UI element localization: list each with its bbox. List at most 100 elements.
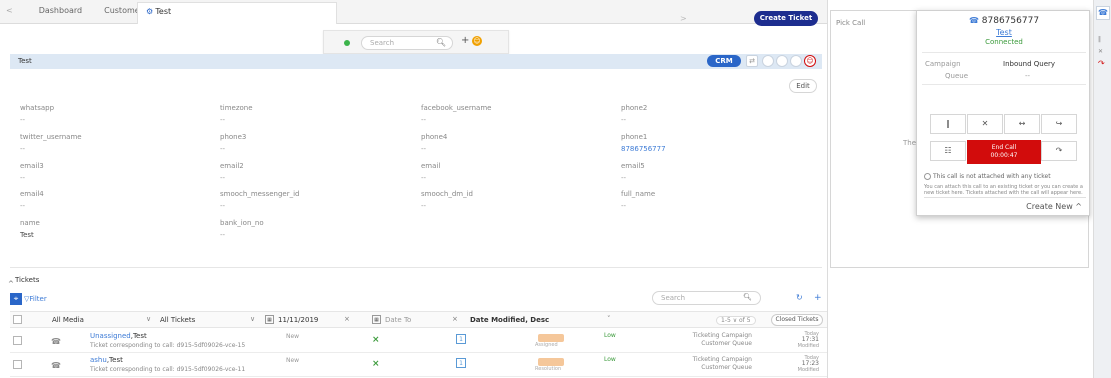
field-email3: email3 -- [20,162,44,182]
hangup-icon[interactable]: ↷ [1041,141,1077,161]
field-email: email -- [421,162,441,182]
date-from-input[interactable]: 11/11/2019 [278,316,318,324]
field-phone4: phone4 -- [421,133,448,153]
tab-dashboard[interactable]: Dashboard [39,6,82,15]
divider [922,84,1086,85]
ticket-status: New [286,333,300,340]
tickets-filter-row: ⌖ ▽Filter Search 🔍︎ ↻ + [10,291,827,311]
collapse-caret-icon[interactable]: ^ [8,280,14,288]
customer-title-bar: Test CRM ⇄ ☺ [10,54,822,69]
plus-icon[interactable]: + [461,35,469,46]
campaign-cell: Ticketing Campaign Customer Queue [692,356,752,371]
search-icon[interactable]: 🔍︎ [743,293,752,301]
ticket-subtitle: Ticket corresponding to call: d915-5df09… [90,342,246,349]
add-ticket-icon[interactable]: + [814,293,822,303]
avatar-icon[interactable]: ☺ [804,55,816,67]
phone-icon: ☎ [51,361,61,370]
date-to-input[interactable]: Date To [385,316,411,324]
transfer-icon[interactable]: ↪ [1041,114,1077,134]
crm-button[interactable]: CRM [707,55,741,67]
table-row[interactable]: ☎ Unassigned,Test Ticket corresponding t… [10,330,827,353]
search-input[interactable]: Search 🔍︎ [361,36,453,50]
circle-icon-2[interactable] [776,55,788,67]
all-tickets-select[interactable]: All Tickets [160,316,195,324]
tab-test-label: Test [155,7,172,16]
phone-icon[interactable]: ☎ [1096,6,1110,20]
field-email5: email5 -- [621,162,645,182]
field-phone1: phone1 8786756777 [621,133,801,153]
field-whatsapp: whatsapp -- [20,104,55,124]
closed-tickets-button[interactable]: Closed Tickets [771,314,823,326]
field-timezone: timezone -- [220,104,253,124]
create-ticket-button[interactable]: Create Ticket [754,11,818,26]
caller-name-link[interactable]: Test [917,28,1091,37]
tab-test[interactable]: ⚙ Test [137,2,337,24]
mute-icon[interactable]: ✕ [967,114,1003,134]
conference-icon[interactable]: ↔ [1004,114,1040,134]
ticket-assignee-link[interactable]: Unassigned [90,332,131,340]
chevron-right-icon[interactable]: > [680,14,687,23]
tab-list: < Dashboard Customers [6,6,147,15]
status-dot-icon [344,40,350,46]
panel-divider [827,0,828,378]
field-phone2: phone2 -- [621,104,648,124]
circle-icon-1[interactable] [762,55,774,67]
user-icon[interactable]: ☺ [472,36,482,46]
pagination-select[interactable]: 1-5 ∨ of 5 [716,316,756,325]
field-name: name Test [20,219,40,239]
sort-select[interactable]: Date Modified, Desc [470,316,549,324]
refresh-icon[interactable]: ↻ [796,293,803,302]
sla-badge-label: Assigned [535,342,558,348]
chevron-down-icon[interactable]: ˅ [607,315,611,323]
sla-badge [538,358,564,366]
table-row[interactable]: ☎ ashu,Test Ticket corresponding to call… [10,354,827,377]
location-pin-icon[interactable]: ⌖ [10,293,22,305]
search-icon[interactable]: 🔍︎ [436,38,446,47]
clear-date-from-icon[interactable]: × [344,315,350,323]
sla-badge [538,334,564,342]
filter-link[interactable]: ▽Filter [24,295,47,303]
field-twitter-username: twitter_username -- [20,133,82,153]
chevron-down-icon[interactable]: ∨ [146,315,151,323]
field-smooch-messenger-id: smooch_messenger_id -- [220,190,300,210]
calendar-icon[interactable]: ▦ [372,315,381,324]
gear-icon: ⚙ [146,7,154,16]
chevron-down-icon[interactable]: ∨ [250,315,255,323]
active-call-card: ☎︎ 8786756777 Test Connected Campaign Inb… [916,10,1090,216]
tab-back-chevron[interactable]: < [6,6,13,15]
end-call-button[interactable]: End Call 00:00:47 [967,140,1041,164]
tickets-search-input[interactable]: Search 🔍︎ [652,291,761,305]
pause-button[interactable]: ‖ [930,114,966,134]
select-all-checkbox[interactable] [13,315,22,324]
phone-icon: ☎︎ [968,16,979,25]
mute-icon[interactable]: ✕ [1098,48,1103,55]
info-icon [924,173,931,180]
link-icon[interactable]: ⇄ [746,55,758,67]
row-checkbox[interactable] [13,336,22,345]
all-media-select[interactable]: All Media [52,316,84,324]
search-popup: Search 🔍︎ + ☺ [323,30,509,54]
ticket-assignee-link[interactable]: ashu [90,356,107,364]
hangup-icon[interactable]: ↷ [1098,59,1105,68]
calendar-icon[interactable]: ▦ [265,315,274,324]
field-full-name: full_name -- [621,190,656,210]
field-email2: email2 -- [220,162,244,182]
pause-icon[interactable]: ‖ [1098,36,1101,43]
row-checkbox[interactable] [13,360,22,369]
ticket-title[interactable]: ashu,Test [90,356,123,364]
page-title: Test [18,57,32,65]
priority-label: Low [604,332,616,339]
field-phone3: phone3 -- [220,133,247,153]
clear-date-to-icon[interactable]: × [452,315,458,323]
dialpad-icon[interactable]: ☷ [930,141,966,161]
circle-icon-3[interactable] [790,55,802,67]
field-email4: email4 -- [20,190,44,210]
ticket-status: New [286,357,300,364]
edit-button[interactable]: Edit [789,79,817,93]
search-placeholder: Search [370,39,395,47]
modified-cell: Today 17:23 Modified [797,355,819,373]
create-new-button[interactable]: Create New ^ [924,197,1086,214]
ticket-title[interactable]: Unassigned,Test [90,332,147,340]
phone1-link[interactable]: 8786756777 [621,145,801,153]
call-attach-description: You can attach this call to an existing … [924,184,1083,196]
